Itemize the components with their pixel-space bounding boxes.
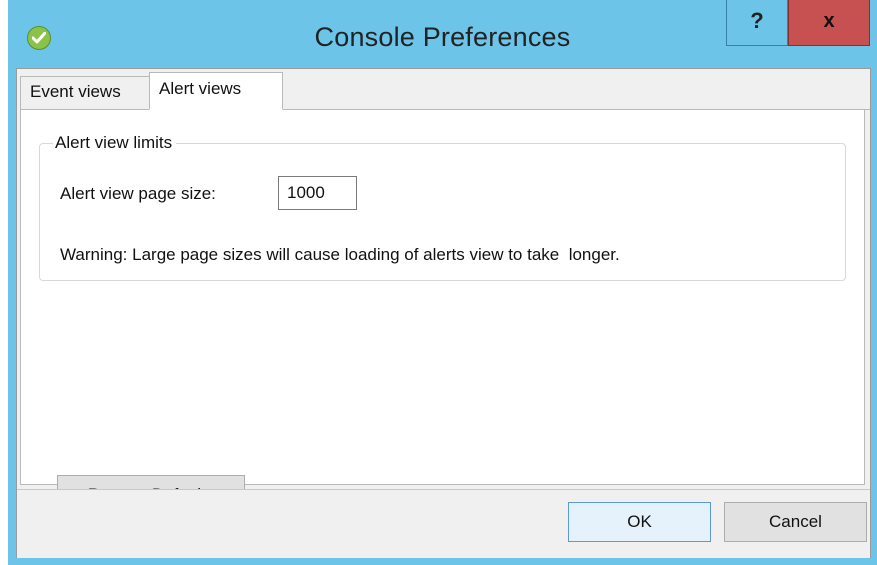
dialog-footer: OK Cancel (17, 489, 870, 558)
tab-alert-views[interactable]: Alert views (149, 72, 283, 110)
dialog-client-area: Event views Alert views Alert view limit… (16, 68, 871, 558)
page-size-label: Alert view page size: (60, 184, 216, 203)
tab-event-views[interactable]: Event views (20, 76, 150, 109)
page-size-input[interactable] (278, 176, 357, 210)
cancel-button[interactable]: Cancel (724, 502, 867, 542)
alert-view-limits-group: Alert view limits Alert view page size: … (39, 132, 846, 281)
title-bar[interactable]: Console Preferences ? x (8, 0, 877, 68)
tab-strip: Event views Alert views (17, 69, 870, 110)
close-button[interactable]: x (788, 0, 870, 46)
group-title: Alert view limits (53, 132, 177, 154)
ok-button[interactable]: OK (568, 502, 711, 542)
help-button[interactable]: ? (726, 0, 788, 46)
console-preferences-window: Console Preferences ? x Event views Aler… (8, 0, 877, 565)
alert-views-panel: Alert view limits Alert view page size: … (20, 109, 865, 514)
warning-text: Warning: Large page sizes will cause loa… (60, 245, 620, 264)
